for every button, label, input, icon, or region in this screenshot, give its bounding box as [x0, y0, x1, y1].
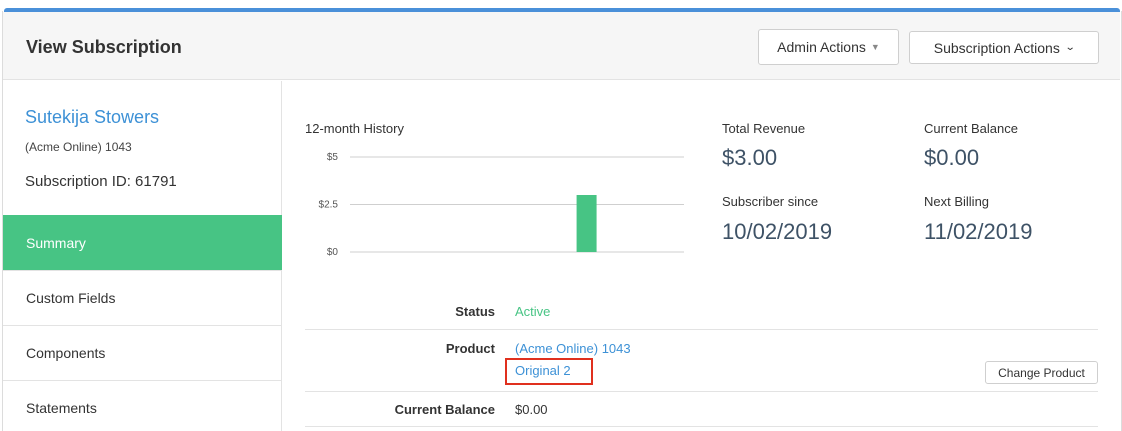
sidebar: Sutekija Stowers (Acme Online) 1043 Subs…	[3, 81, 282, 431]
subscriber-since-label: Subscriber since	[722, 194, 819, 209]
status-value: Active	[515, 304, 551, 319]
y-tick-label: $2.5	[319, 200, 339, 211]
sidebar-nav: Summary Custom Fields Components Stateme…	[3, 215, 282, 431]
admin-actions-button[interactable]: Admin Actions ▼	[758, 29, 899, 65]
next-billing-label: Next Billing	[924, 194, 990, 209]
page-header: View Subscription Admin Actions ▼ Subscr…	[3, 12, 1120, 80]
y-tick-label: $5	[327, 152, 339, 163]
subscription-id: Subscription ID: 61791	[25, 173, 177, 190]
divider	[305, 391, 1098, 392]
customer-organization: (Acme Online) 1043	[25, 140, 132, 154]
total-revenue-value: $3.00	[722, 145, 778, 170]
sidebar-item-custom-fields[interactable]: Custom Fields	[3, 270, 282, 325]
current-balance-row-value: $0.00	[515, 402, 548, 417]
sidebar-item-components[interactable]: Components	[3, 325, 282, 380]
highlight-box	[505, 358, 593, 385]
current-balance-row-label: Current Balance	[394, 402, 495, 417]
status-label: Status	[455, 304, 495, 319]
page-title: View Subscription	[26, 37, 182, 57]
history-chart: $5 $2.5 $0	[319, 152, 684, 258]
y-tick-label: $0	[327, 247, 339, 258]
divider	[305, 329, 1098, 330]
sidebar-item-statements[interactable]: Statements	[3, 380, 282, 431]
product-family-link[interactable]: (Acme Online) 1043	[515, 341, 631, 356]
product-label: Product	[445, 341, 495, 356]
sidebar-item-summary[interactable]: Summary	[3, 215, 282, 270]
current-balance-value: $0.00	[924, 145, 980, 170]
total-revenue-label: Total Revenue	[722, 121, 806, 136]
subscription-actions-button[interactable]: Subscription Actions ⌄	[909, 31, 1099, 64]
current-balance-label: Current Balance	[924, 121, 1018, 136]
next-billing-value: 11/02/2019	[924, 219, 1033, 244]
subscription-actions-label: Subscription Actions	[933, 39, 1060, 56]
chevron-down-icon: ⌄	[1064, 42, 1076, 53]
change-product-button[interactable]: Change Product	[985, 361, 1098, 384]
customer-name-link[interactable]: Sutekija Stowers	[25, 107, 159, 128]
chart-title: 12-month History	[305, 121, 404, 136]
divider	[305, 426, 1098, 427]
admin-actions-label: Admin Actions	[777, 39, 866, 55]
subscriber-since-value: 10/02/2019	[722, 219, 833, 244]
chart-bar	[576, 195, 597, 252]
caret-down-icon: ▼	[870, 42, 880, 52]
